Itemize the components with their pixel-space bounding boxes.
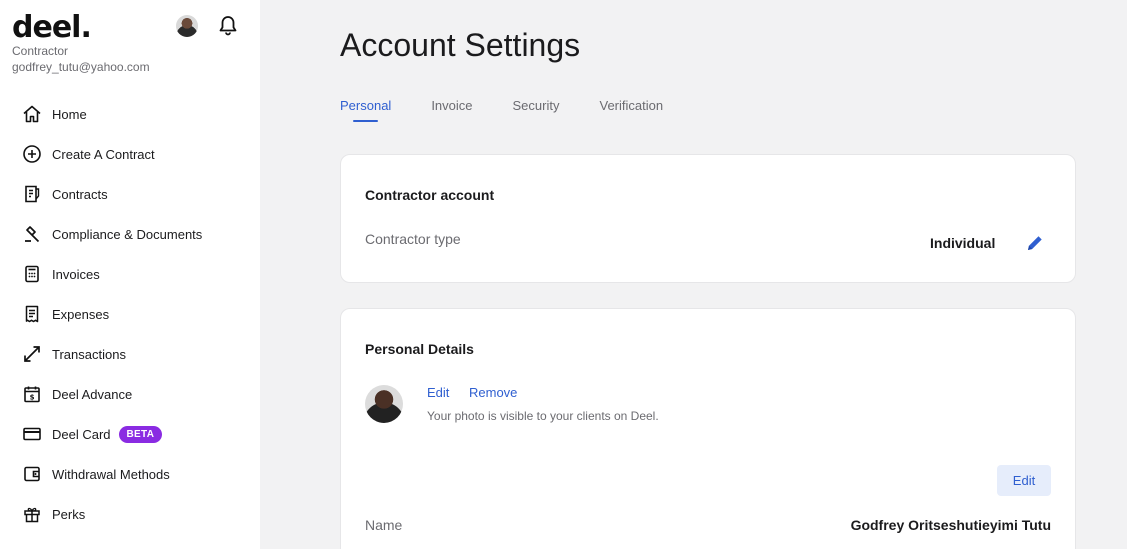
sidebar-item-home[interactable]: Home <box>0 94 260 134</box>
sidebar-item-label: Invoices <box>52 266 100 282</box>
sidebar: deel. Contractor godfrey_tutu@yahoo.com … <box>0 0 260 549</box>
tab-invoice[interactable]: Invoice <box>431 98 472 121</box>
photo-visibility-hint: Your photo is visible to your clients on… <box>427 409 659 423</box>
sidebar-item-perks[interactable]: Perks <box>0 494 260 534</box>
calendar-dollar-icon: $ <box>22 384 42 404</box>
sidebar-item-label: Transactions <box>52 346 126 362</box>
sidebar-nav: Home Create A Contract Contracts Complia… <box>0 94 260 534</box>
contractor-account-title: Contractor account <box>365 187 495 203</box>
gift-icon <box>22 504 42 524</box>
sidebar-item-label: Withdrawal Methods <box>52 466 170 482</box>
sidebar-item-expenses[interactable]: Expenses <box>0 294 260 334</box>
card-icon <box>22 424 42 444</box>
sidebar-item-contracts[interactable]: Contracts <box>0 174 260 214</box>
sidebar-item-compliance[interactable]: Compliance & Documents <box>0 214 260 254</box>
arrows-icon <box>22 344 42 364</box>
sidebar-item-deel-advance[interactable]: $ Deel Advance <box>0 374 260 414</box>
home-icon <box>22 104 42 124</box>
settings-tabs: Personal Invoice Security Verification <box>340 98 703 122</box>
edit-details-button[interactable]: Edit <box>997 465 1051 496</box>
sidebar-item-create-contract[interactable]: Create A Contract <box>0 134 260 174</box>
sidebar-item-label: Contracts <box>52 186 108 202</box>
page-title: Account Settings <box>340 27 581 63</box>
sidebar-item-label: Perks <box>52 506 86 522</box>
contractor-account-card: Contractor account Contractor type Indiv… <box>340 154 1076 283</box>
sidebar-item-label: Deel Advance <box>52 386 133 402</box>
sidebar-item-invoices[interactable]: Invoices <box>0 254 260 294</box>
sidebar-item-label: Compliance & Documents <box>52 226 203 242</box>
avatar[interactable] <box>176 15 198 37</box>
wallet-icon <box>22 464 42 484</box>
pencil-icon[interactable] <box>1025 233 1045 253</box>
profile-photo <box>365 385 403 423</box>
bell-icon[interactable] <box>218 15 238 37</box>
sidebar-item-label: Deel Card <box>52 426 111 442</box>
sidebar-item-label: Create A Contract <box>52 146 155 162</box>
plus-circle-icon <box>22 144 42 164</box>
tab-verification[interactable]: Verification <box>599 98 663 121</box>
tab-security[interactable]: Security <box>513 98 560 121</box>
contractor-type-label: Contractor type <box>365 231 461 247</box>
sidebar-item-withdrawal-methods[interactable]: Withdrawal Methods <box>0 454 260 494</box>
contract-icon <box>22 184 42 204</box>
svg-text:$: $ <box>30 394 35 402</box>
user-role: Contractor <box>12 44 69 58</box>
user-email: godfrey_tutu@yahoo.com <box>12 60 150 74</box>
calculator-icon <box>22 264 42 284</box>
sidebar-item-deel-card[interactable]: Deel Card BETA <box>0 414 260 454</box>
deel-logo[interactable]: deel. <box>12 10 92 45</box>
photo-remove-link[interactable]: Remove <box>469 385 517 400</box>
name-label: Name <box>365 517 403 533</box>
receipt-icon <box>22 304 42 324</box>
photo-edit-link[interactable]: Edit <box>427 385 449 400</box>
sidebar-item-transactions[interactable]: Transactions <box>0 334 260 374</box>
gavel-icon <box>22 224 42 244</box>
name-value: Godfrey Oritseshutieyimi Tutu <box>850 517 1051 533</box>
tab-personal[interactable]: Personal <box>340 98 391 122</box>
contractor-type-value: Individual <box>930 235 996 251</box>
personal-details-title: Personal Details <box>365 341 474 357</box>
personal-details-card: Personal Details Edit Remove Your photo … <box>340 308 1076 549</box>
sidebar-item-label: Home <box>52 106 87 122</box>
beta-badge: BETA <box>118 425 163 443</box>
sidebar-item-label: Expenses <box>52 306 110 322</box>
